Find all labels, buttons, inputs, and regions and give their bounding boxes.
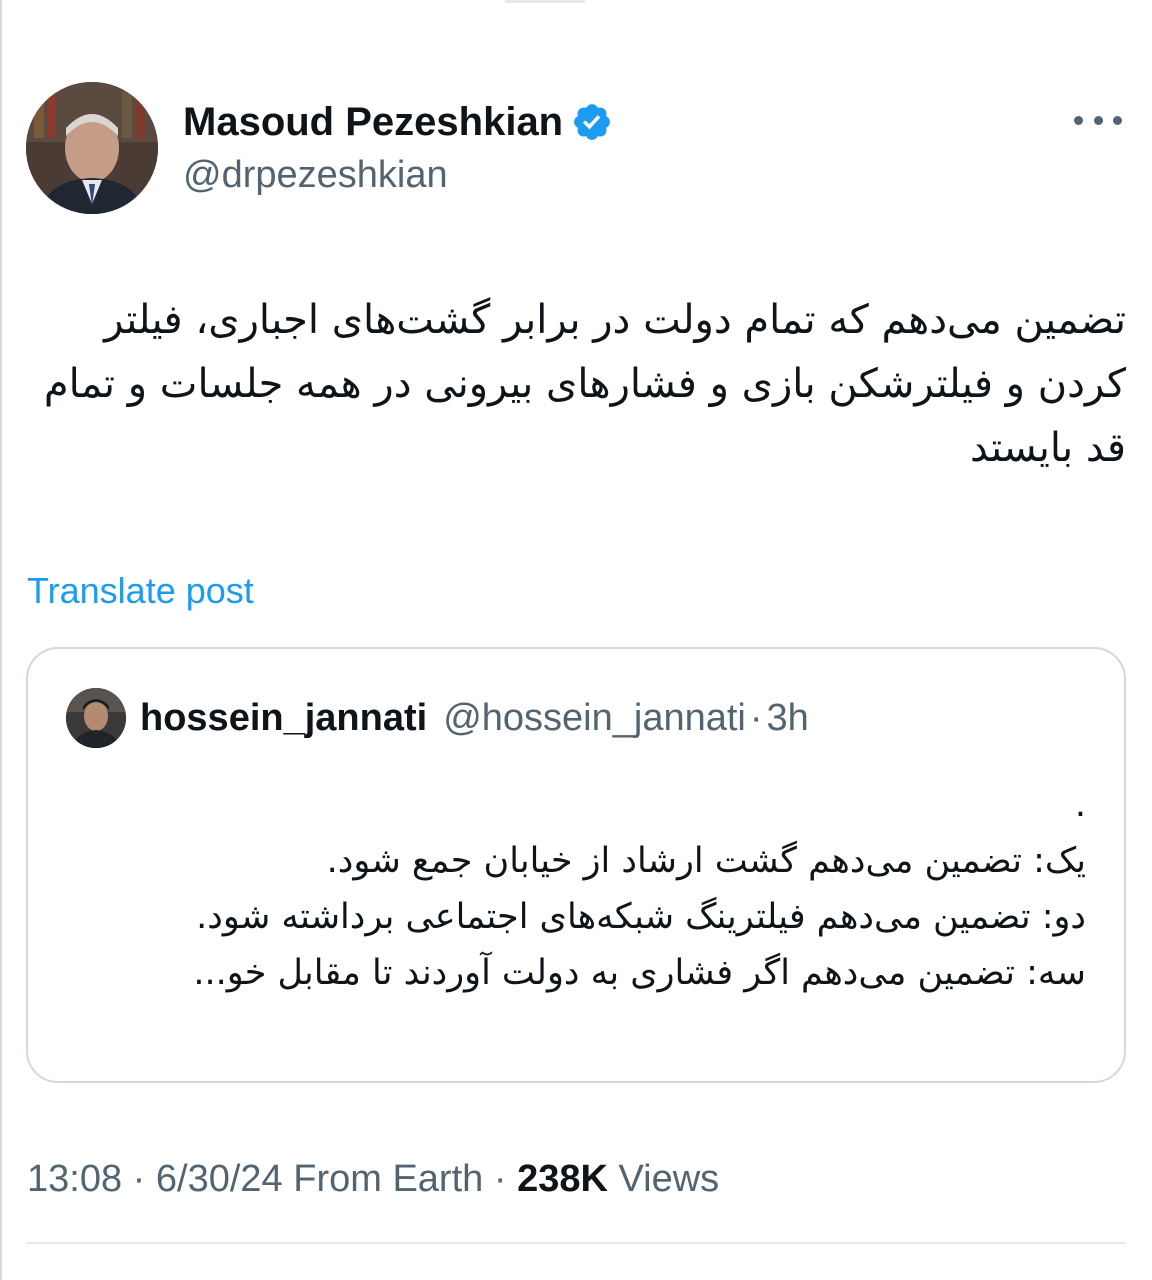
views-count[interactable]: 238K [517, 1158, 608, 1200]
quoted-text-line: دو: تضمین می‌دهم فیلترینگ شبکه‌های اجتما… [196, 897, 1086, 937]
more-dot-icon [1113, 115, 1122, 125]
more-dot-icon [1093, 115, 1103, 125]
author-info: Masoud Pezeshkian @drpezeshkian [183, 96, 613, 197]
more-dot-icon [1074, 115, 1083, 125]
more-options-button[interactable] [1074, 108, 1122, 132]
post-metadata: 13:08 · 6/30/24 From Earth · 238K Views [27, 1158, 719, 1201]
post-source: From Earth [282, 1158, 484, 1200]
views-label: Views [607, 1158, 720, 1200]
top-edge-fragment [505, 0, 585, 3]
verified-badge-icon [574, 104, 611, 140]
quoted-post-time[interactable]: 3h [767, 697, 809, 740]
author-avatar[interactable] [26, 82, 158, 214]
meta-separator: · [483, 1158, 518, 1200]
quoted-author-avatar[interactable] [66, 688, 126, 748]
left-border [0, 0, 2, 1280]
translate-post-link[interactable]: Translate post [27, 570, 254, 612]
quoted-text-line: سه: تضمین می‌دهم اگر فشاری به دولت آوردن… [193, 953, 1086, 993]
divider [26, 1242, 1126, 1244]
quoted-post-text: . یک: تضمین می‌دهم گشت ارشاد از خیابان ج… [56, 777, 1086, 1001]
post-text: تضمین می‌دهم که تمام دولت در برابر گشت‌ه… [43, 297, 1126, 471]
post-header: Masoud Pezeshkian @drpezeshkian [26, 82, 1126, 214]
quoted-text-line: . [1074, 785, 1086, 825]
quoted-post-card[interactable]: hossein_jannati @hossein_jannati · 3h . … [26, 647, 1126, 1083]
author-display-name[interactable]: Masoud Pezeshkian [183, 100, 563, 145]
quoted-post-header: hossein_jannati @hossein_jannati · 3h [66, 687, 809, 749]
author-name-row: Masoud Pezeshkian [183, 96, 613, 148]
author-handle[interactable]: @drpezeshkian [183, 154, 613, 197]
quoted-author-name[interactable]: hossein_jannati [140, 697, 427, 740]
post-date[interactable]: 6/30/24 [156, 1158, 283, 1200]
dot-separator: · [749, 696, 763, 739]
quoted-author-handle[interactable]: @hossein_jannati [443, 697, 746, 740]
quoted-text-line: یک: تضمین می‌دهم گشت ارشاد از خیابان جمع… [326, 841, 1086, 881]
post-time[interactable]: 13:08 [27, 1158, 122, 1200]
meta-separator: · [122, 1158, 156, 1200]
